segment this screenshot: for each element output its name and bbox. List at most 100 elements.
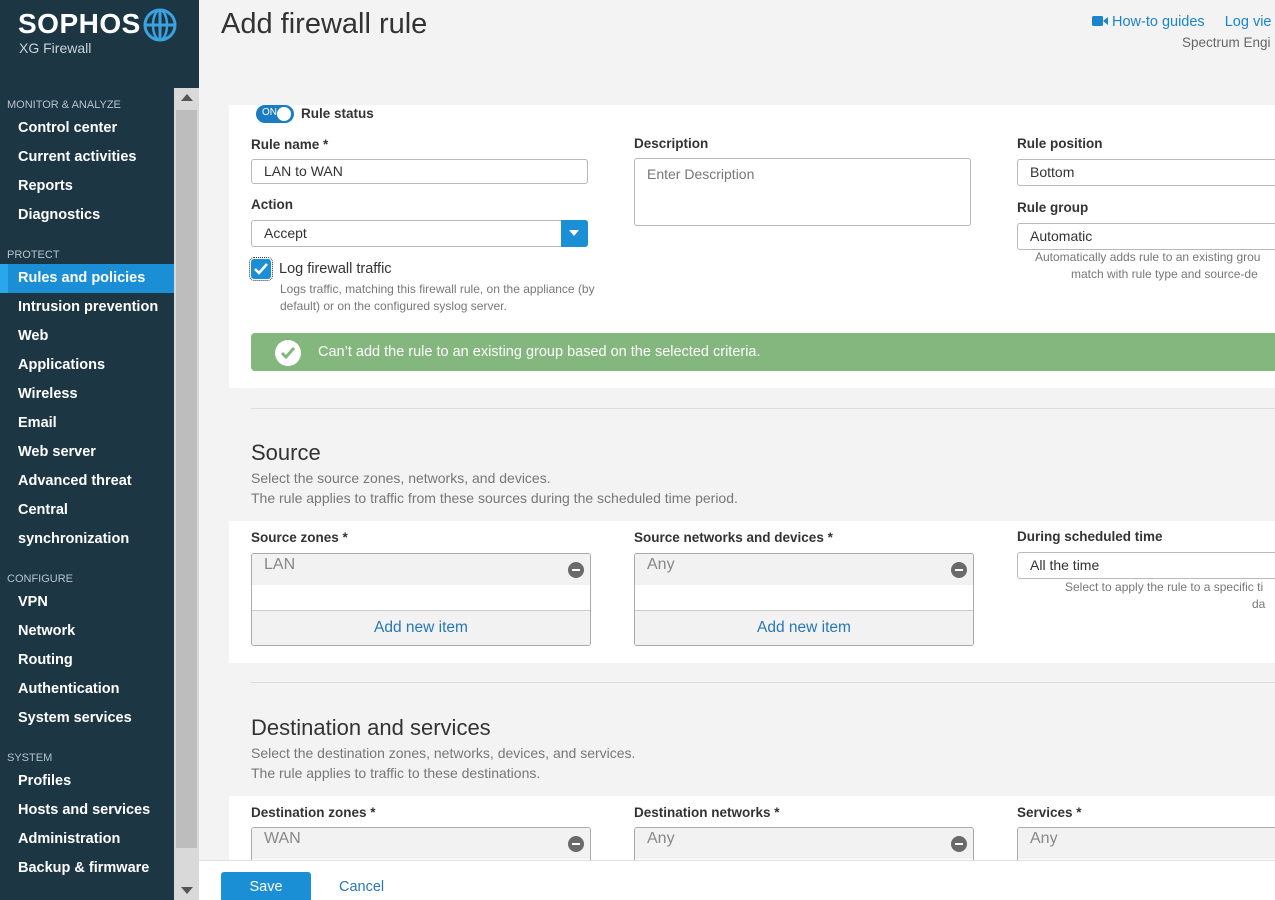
sophos-logo: SOPHOS XG Firewall	[18, 8, 188, 68]
destination-desc-1: Select the destination zones, networks, …	[251, 745, 636, 761]
sidebar-item-authentication[interactable]: Authentication	[0, 675, 174, 704]
rule-position-select[interactable]: Bottom	[1017, 159, 1275, 186]
source-zones-label: Source zones *	[251, 530, 348, 545]
sidebar-item-web-server[interactable]: Web server	[0, 438, 174, 467]
list-item: Any	[635, 828, 973, 859]
action-dropdown-button[interactable]	[561, 220, 588, 247]
scrollbar-thumb[interactable]	[176, 110, 197, 848]
source-title: Source	[251, 440, 321, 465]
list-item: WAN	[252, 828, 590, 859]
sidebar-item-synchronization[interactable]: synchronization	[0, 525, 174, 554]
cancel-button[interactable]: Cancel	[339, 879, 384, 895]
remove-icon[interactable]	[568, 562, 584, 578]
action-value: Accept	[264, 225, 307, 241]
section-divider	[251, 682, 1275, 683]
nav-section-system: SYSTEM	[7, 752, 53, 764]
rule-position-label: Rule position	[1017, 136, 1103, 151]
how-to-guides-link[interactable]: How-to guides	[1092, 14, 1205, 30]
sidebar-nav: MONITOR & ANALYZE Control center Current…	[0, 90, 174, 900]
service-value: Any	[1030, 830, 1058, 847]
log-traffic-hint-1: Logs traffic, matching this firewall rul…	[280, 282, 595, 296]
main-content: Add firewall rule How-to guides Log vie …	[199, 0, 1275, 900]
action-select[interactable]: Accept	[251, 220, 588, 247]
sidebar-item-vpn[interactable]: VPN	[0, 588, 174, 617]
engine-text: Spectrum Engi	[1182, 35, 1271, 50]
schedule-hint-1: Select to apply the rule to a specific t…	[1065, 580, 1264, 594]
nav-section-protect: PROTECT	[7, 249, 60, 261]
sidebar-item-network[interactable]: Network	[0, 617, 174, 646]
sidebar-item-advanced-threat[interactable]: Advanced threat	[0, 467, 174, 496]
list-item: Any	[1018, 828, 1275, 859]
log-viewer-link[interactable]: Log vie	[1225, 14, 1272, 30]
sidebar-item-intrusion-prevention[interactable]: Intrusion prevention	[0, 293, 174, 322]
add-new-item-button[interactable]: Add new item	[252, 610, 590, 645]
scroll-up-icon[interactable]	[181, 94, 193, 101]
save-button[interactable]: Save	[221, 872, 311, 900]
source-zones-list: LAN Add new item	[251, 553, 591, 646]
check-circle-icon	[275, 340, 301, 366]
sidebar-item-central[interactable]: Central	[0, 496, 174, 525]
source-zone-value: LAN	[264, 556, 296, 573]
toggle-knob	[277, 107, 291, 121]
sidebar-item-administration[interactable]: Administration	[0, 825, 174, 854]
section-divider	[251, 408, 1275, 409]
action-label: Action	[251, 197, 293, 212]
sidebar-item-control-center[interactable]: Control center	[0, 114, 174, 143]
sidebar-scrollbar[interactable]	[174, 88, 199, 900]
description-label: Description	[634, 136, 709, 151]
nav-section-monitor: MONITOR & ANALYZE	[7, 99, 121, 111]
rule-group-label: Rule group	[1017, 200, 1089, 215]
schedule-label: During scheduled time	[1017, 529, 1163, 544]
rule-group-select[interactable]: Automatic	[1017, 223, 1275, 250]
page-title: Add firewall rule	[221, 8, 428, 40]
add-new-item-button[interactable]: Add new item	[635, 610, 973, 645]
schedule-select[interactable]: All the time	[1017, 552, 1275, 579]
sophos-globe-icon	[143, 8, 177, 42]
sidebar-item-routing[interactable]: Routing	[0, 646, 174, 675]
sidebar-item-email[interactable]: Email	[0, 409, 174, 438]
sidebar-item-wireless[interactable]: Wireless	[0, 380, 174, 409]
list-item: LAN	[252, 554, 590, 585]
destination-zone-value: WAN	[264, 830, 301, 847]
log-traffic-checkbox[interactable]	[249, 257, 273, 281]
services-label: Services *	[1017, 805, 1082, 820]
source-desc-1: Select the source zones, networks, and d…	[251, 470, 551, 486]
product-name: XG Firewall	[19, 40, 92, 56]
rule-status-label: Rule status	[301, 106, 374, 121]
sidebar-item-hosts-and-services[interactable]: Hosts and services	[0, 796, 174, 825]
top-links: How-to guides Log vie	[1092, 14, 1271, 30]
video-camera-icon	[1092, 16, 1108, 26]
sidebar-item-profiles[interactable]: Profiles	[0, 767, 174, 796]
rule-status-toggle[interactable]: ON	[256, 105, 294, 123]
destination-network-value: Any	[647, 830, 675, 847]
sidebar-item-system-services[interactable]: System services	[0, 704, 174, 733]
checkmark-icon	[254, 263, 268, 275]
rule-name-label: Rule name *	[251, 137, 329, 152]
toggle-on-text: ON	[262, 107, 277, 118]
remove-icon[interactable]	[568, 836, 584, 852]
schedule-hint-2: da	[1252, 597, 1266, 611]
destination-zones-label: Destination zones *	[251, 805, 376, 820]
scroll-down-icon[interactable]	[181, 887, 193, 894]
sidebar-item-reports[interactable]: Reports	[0, 172, 174, 201]
remove-icon[interactable]	[951, 836, 967, 852]
sidebar-item-applications[interactable]: Applications	[0, 351, 174, 380]
nav-section-configure: CONFIGURE	[7, 573, 73, 585]
sidebar-item-diagnostics[interactable]: Diagnostics	[0, 201, 174, 230]
sidebar-item-current-activities[interactable]: Current activities	[0, 143, 174, 172]
remove-icon[interactable]	[951, 562, 967, 578]
sidebar-item-web[interactable]: Web	[0, 322, 174, 351]
info-banner: Can’t add the rule to an existing group …	[251, 333, 1275, 371]
sidebar: SOPHOS XG Firewall MONITOR & ANALYZE Con…	[0, 0, 199, 900]
sidebar-item-rules-and-policies[interactable]: Rules and policies	[0, 264, 174, 293]
how-to-guides-label: How-to guides	[1112, 14, 1205, 30]
list-item: Any	[635, 554, 973, 585]
banner-message: Can’t add the rule to an existing group …	[318, 344, 761, 360]
description-placeholder: Enter Description	[647, 166, 755, 182]
description-textarea[interactable]: Enter Description	[634, 158, 971, 226]
destination-networks-label: Destination networks *	[634, 805, 780, 820]
footer-bar: Save Cancel	[199, 860, 1275, 900]
sidebar-item-backup-firmware[interactable]: Backup & firmware	[0, 854, 174, 883]
log-traffic-label: Log firewall traffic	[279, 261, 392, 277]
rule-name-input[interactable]: LAN to WAN	[251, 159, 588, 184]
